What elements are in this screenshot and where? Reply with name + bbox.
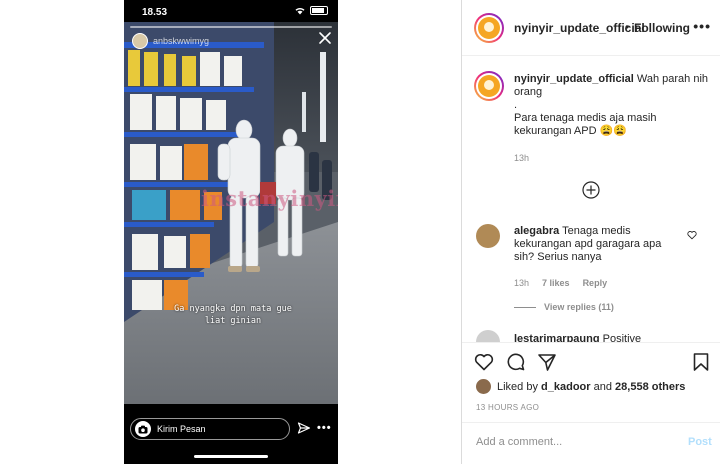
post-caption: nyinyir_update_official Wah parah nih or… xyxy=(514,73,710,138)
story-user[interactable]: anbskwwimyg xyxy=(132,33,209,49)
close-icon[interactable] xyxy=(318,31,332,45)
comment-username[interactable]: alegabra xyxy=(514,225,559,237)
view-replies-button[interactable]: View replies (11) xyxy=(514,302,614,312)
comment-heart-icon[interactable] xyxy=(687,230,697,240)
comment-time[interactable]: 13h xyxy=(514,278,529,288)
comment-reply-button[interactable]: Reply xyxy=(583,278,608,288)
caption-line-3: Para tenaga medis aja masih kekurangan A… xyxy=(514,112,657,137)
comment-icon[interactable] xyxy=(506,352,526,372)
post-button[interactable]: Post xyxy=(688,436,712,448)
comment-avatar[interactable] xyxy=(476,224,500,248)
story-progress-bar xyxy=(130,26,332,28)
caption-line-2: . xyxy=(514,99,518,111)
caption-time[interactable]: 13h xyxy=(514,153,529,163)
story-caption: Ga nyangka dpn mata gue liat ginian xyxy=(148,303,318,327)
liked-by-user[interactable]: d_kadoor xyxy=(541,381,591,393)
comment-meta: 13h 7 likes Reply xyxy=(514,278,607,288)
wifi-icon xyxy=(295,7,305,15)
post-age[interactable]: 13 HOURS AGO xyxy=(476,403,539,412)
caption-avatar[interactable] xyxy=(474,71,504,101)
story-reply-placeholder: Kirim Pesan xyxy=(157,424,206,434)
send-icon[interactable] xyxy=(297,421,311,435)
bookmark-icon[interactable] xyxy=(691,352,711,372)
post-actions: Liked by d_kadoor and 28,558 others 13 H… xyxy=(462,342,720,422)
story-caption-line-1: Ga nyangka dpn mata gue xyxy=(174,304,292,314)
comment-body: Positive xyxy=(602,333,642,342)
story-screenshot: 18.53 anbskwwimyg instanyinyir Ga nyangk… xyxy=(124,0,338,464)
liked-by-prefix: Liked by xyxy=(497,381,538,393)
comment-text: alegabra Tenaga medis kekurangan apd gar… xyxy=(514,225,684,264)
more-options-icon[interactable]: ••• xyxy=(317,422,332,434)
comment-avatar[interactable] xyxy=(476,330,500,342)
story-avatar[interactable] xyxy=(132,33,148,49)
story-photo-supermarket xyxy=(124,22,338,404)
status-icons xyxy=(294,6,328,15)
more-options-icon[interactable]: ••• xyxy=(693,18,711,34)
battery-icon xyxy=(310,6,328,15)
post-panel: nyinyir_update_official • Following ••• … xyxy=(461,0,720,464)
phone-status-bar: 18.53 xyxy=(124,0,338,22)
camera-icon[interactable] xyxy=(135,421,151,437)
view-replies-line xyxy=(514,306,536,308)
liked-by-text: Liked by d_kadoor and 28,558 others xyxy=(497,381,685,393)
liked-by-count[interactable]: 28,558 others xyxy=(615,381,685,393)
load-more-comments-icon[interactable] xyxy=(582,181,600,199)
add-comment-bar: Post xyxy=(462,422,720,464)
comments-section[interactable]: nyinyir_update_official Wah parah nih or… xyxy=(462,57,720,342)
share-icon[interactable] xyxy=(537,352,557,372)
story-username[interactable]: anbskwwimyg xyxy=(153,36,209,46)
story-caption-line-2: liat ginian xyxy=(204,316,262,326)
story-reply-input[interactable]: Kirim Pesan xyxy=(130,418,290,440)
comment-text: lestarimarpaung Positive xyxy=(514,333,641,342)
post-header: nyinyir_update_official • Following ••• xyxy=(462,0,720,56)
view-replies-label[interactable]: View replies (11) xyxy=(544,302,614,312)
liked-by-avatar[interactable] xyxy=(476,379,491,394)
header-avatar[interactable] xyxy=(474,13,504,43)
caption-username[interactable]: nyinyir_update_official xyxy=(514,73,634,85)
following-button[interactable]: Following xyxy=(634,21,690,35)
home-indicator xyxy=(194,455,268,458)
heart-icon[interactable] xyxy=(474,352,494,372)
liked-by-and: and xyxy=(593,381,612,393)
status-time: 18.53 xyxy=(142,7,168,18)
watermark: instanyinyir xyxy=(201,186,338,211)
header-separator: • xyxy=(625,20,630,34)
comment-username[interactable]: lestarimarpaung xyxy=(514,333,600,342)
comment-likes[interactable]: 7 likes xyxy=(542,278,570,288)
add-comment-input[interactable] xyxy=(476,436,666,448)
